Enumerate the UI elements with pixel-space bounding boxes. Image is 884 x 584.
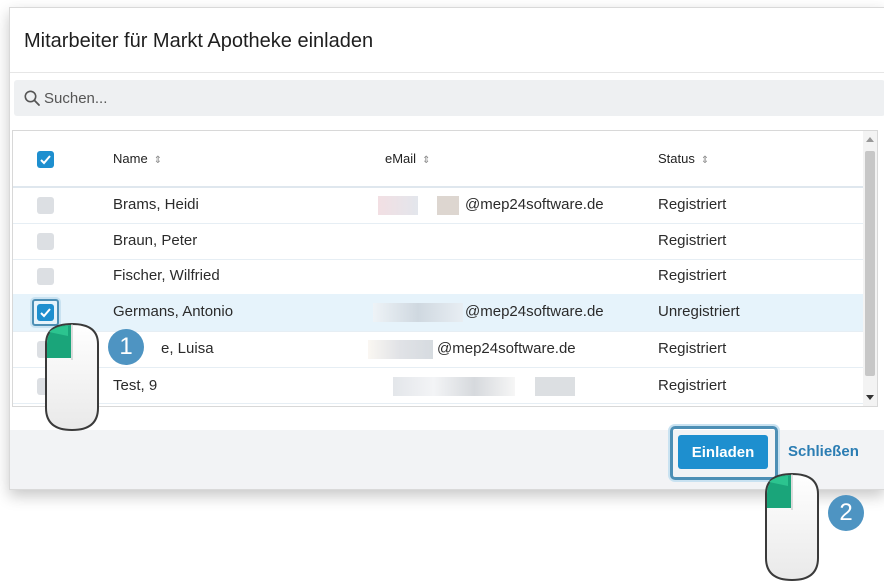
- employee-name: Fischer, Wilfried: [113, 267, 220, 284]
- table-row[interactable]: Fischer, Wilfried Registriert: [13, 259, 863, 295]
- scroll-down-icon[interactable]: [866, 395, 874, 400]
- search-placeholder: Suchen...: [44, 90, 108, 107]
- employee-name: Germans, Antonio: [113, 303, 234, 320]
- employee-status: Registriert: [658, 232, 727, 249]
- row-checkbox[interactable]: [37, 268, 54, 285]
- employee-email: @mep24software.de: [437, 340, 576, 357]
- scroll-thumb[interactable]: [865, 151, 875, 376]
- table-row[interactable]: Braun, Peter Registriert: [13, 224, 863, 260]
- employee-status: Registriert: [658, 196, 727, 213]
- sort-icon: ⇕: [153, 155, 163, 166]
- row-checkbox[interactable]: [37, 233, 54, 250]
- table-row[interactable]: Brams, Heidi @mep24software.de Registrie…: [13, 188, 863, 224]
- redacted-email: [393, 377, 515, 396]
- redacted-email: [535, 377, 575, 396]
- title-divider: [10, 72, 884, 73]
- employee-status: Registriert: [658, 267, 727, 284]
- redacted-email: [437, 196, 459, 215]
- select-all-checkbox[interactable]: [37, 151, 54, 168]
- employee-status: Unregistriert: [658, 303, 740, 320]
- search-input[interactable]: Suchen...: [14, 80, 884, 116]
- step-badge-1: 1: [108, 329, 144, 365]
- close-button[interactable]: Schließen: [788, 443, 859, 460]
- employee-table: Name ⇕ eMail ⇕ Status ⇕ Brams, Heidi @mep24…: [12, 130, 878, 407]
- scroll-up-icon[interactable]: [866, 137, 874, 142]
- employee-email: @mep24software.de: [465, 196, 604, 213]
- invite-dialog: Mitarbeiter für Markt Apotheke einladen …: [9, 7, 884, 490]
- search-icon: [23, 89, 41, 107]
- column-name[interactable]: Name ⇕: [113, 151, 162, 166]
- mouse-click-icon: [765, 472, 819, 582]
- column-email[interactable]: eMail ⇕: [385, 151, 430, 166]
- employee-name: Test, 9: [113, 377, 158, 394]
- employee-name: Brams, Heidi: [113, 196, 199, 213]
- redacted-email: [368, 340, 433, 359]
- row-checkbox[interactable]: [37, 197, 54, 214]
- sort-icon: ⇕: [700, 155, 710, 166]
- employee-email: @mep24software.de: [465, 303, 604, 320]
- mouse-click-icon: [45, 322, 99, 432]
- step-badge-2: 2: [828, 495, 864, 531]
- column-status[interactable]: Status ⇕: [658, 151, 709, 166]
- table-row[interactable]: Test, 9 Registriert: [13, 368, 863, 404]
- table-scrollbar[interactable]: [863, 131, 877, 406]
- employee-status: Registriert: [658, 340, 727, 357]
- sort-icon: ⇕: [422, 155, 431, 166]
- employee-name: e, Luisa: [161, 340, 214, 357]
- employee-name: Braun, Peter: [113, 232, 198, 249]
- employee-status: Registriert: [658, 377, 727, 394]
- invite-button[interactable]: Einladen: [678, 435, 768, 469]
- redacted-email: [378, 196, 418, 215]
- table-header: Name ⇕ eMail ⇕ Status ⇕: [13, 131, 863, 188]
- row-checkbox[interactable]: [37, 304, 54, 321]
- redacted-email: [373, 303, 463, 322]
- table-row-selected[interactable]: Germans, Antonio @mep24software.de Unreg…: [13, 294, 863, 332]
- dialog-title: Mitarbeiter für Markt Apotheke einladen: [24, 30, 374, 52]
